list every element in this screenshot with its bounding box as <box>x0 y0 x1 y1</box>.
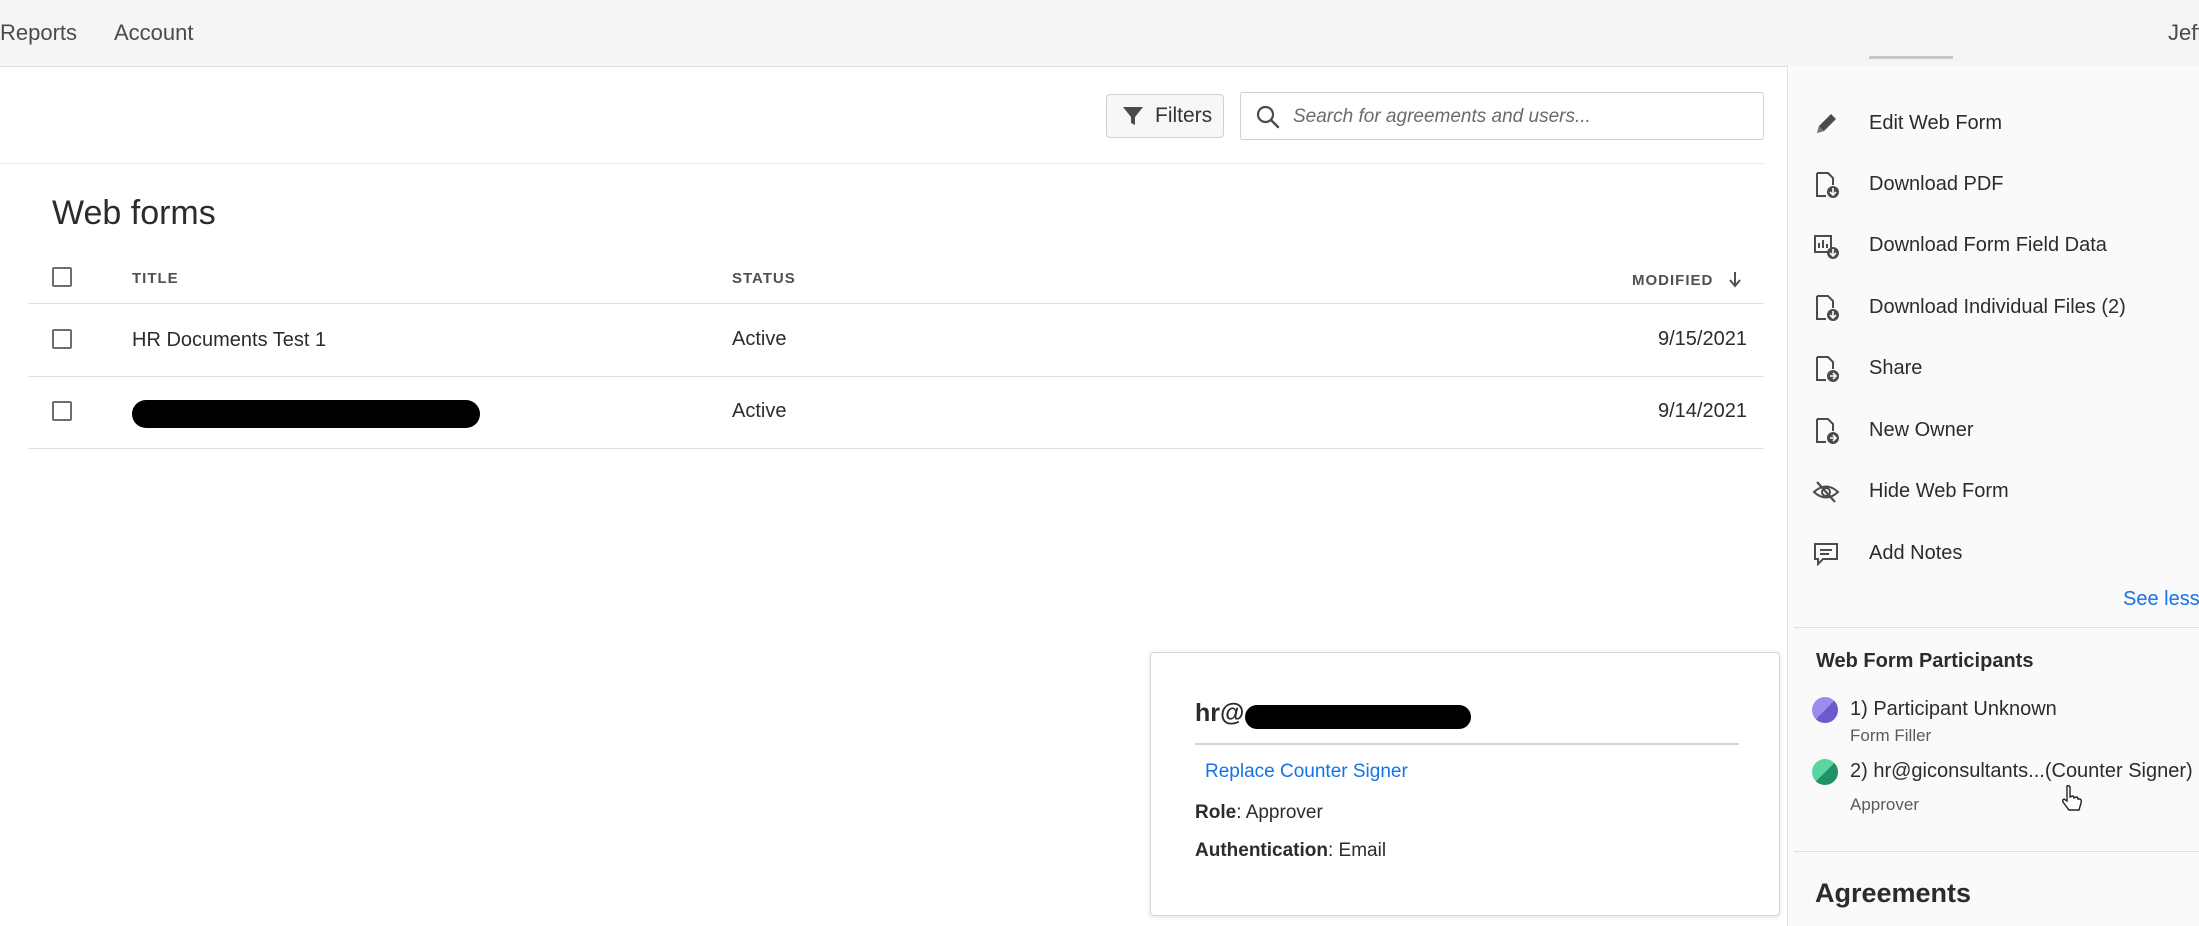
row-divider <box>28 303 1764 304</box>
column-header-status[interactable]: STATUS <box>732 270 796 287</box>
action-label: Hide Web Form <box>1869 480 2009 502</box>
participant-role: Approver <box>1850 795 1919 814</box>
action-label: Share <box>1869 357 1923 379</box>
row-checkbox[interactable] <box>52 401 72 421</box>
replace-counter-signer-link[interactable]: Replace Counter Signer <box>1205 761 1408 783</box>
redacted-title <box>132 400 480 428</box>
search-icon <box>1256 105 1280 129</box>
share-icon <box>1816 356 1839 382</box>
participant-role-row: Role: Approver <box>1195 802 1323 824</box>
action-share[interactable]: Share <box>1788 347 2199 391</box>
participant-name: 1) Participant Unknown <box>1850 698 2057 720</box>
clipped-action-item <box>1869 52 1953 66</box>
action-label: New Owner <box>1869 419 1974 441</box>
select-all-checkbox[interactable] <box>52 267 72 287</box>
row-title[interactable]: HR Documents Test 1 <box>132 329 326 352</box>
row-status: Active <box>732 400 787 422</box>
see-less-link[interactable]: See less <box>2123 588 2199 611</box>
sort-descending-icon <box>1728 272 1741 288</box>
row-divider <box>28 448 1764 449</box>
search-input[interactable] <box>1291 101 1755 133</box>
participants-heading: Web Form Participants <box>1816 650 2034 672</box>
action-add-notes[interactable]: Add Notes <box>1788 532 2199 576</box>
toolbar-divider <box>0 163 1764 164</box>
panel-divider <box>1794 627 2199 628</box>
redacted-email <box>1245 705 1471 729</box>
agreements-heading: Agreements <box>1815 878 1972 908</box>
hand-cursor-icon <box>2061 784 2083 811</box>
action-label: Edit Web Form <box>1869 112 2002 134</box>
row-modified: 9/14/2021 <box>1658 400 1747 422</box>
nav-link-reports[interactable]: Reports <box>0 20 77 46</box>
row-modified: 9/15/2021 <box>1658 328 1747 350</box>
nav-link-account[interactable]: Account <box>114 20 194 46</box>
participant-popover: hr@ Replace Counter Signer Role: Approve… <box>1150 652 1780 916</box>
pencil-icon <box>1817 114 1836 133</box>
participant-role: Form Filler <box>1850 726 1932 745</box>
auth-value: : Email <box>1328 840 1387 861</box>
filters-button[interactable]: Filters <box>1106 94 1224 138</box>
action-hide-web-form[interactable]: Hide Web Form <box>1788 470 2199 514</box>
participant-name: 2) hr@giconsultants...(Counter Signer) <box>1850 760 2193 782</box>
page-title: Web forms <box>52 194 216 232</box>
details-panel: Edit Web Form Download PDF Download Form… <box>1787 56 2199 926</box>
row-checkbox[interactable] <box>52 329 72 349</box>
download-data-icon <box>1814 235 1839 259</box>
panel-divider <box>1794 851 2199 852</box>
funnel-icon <box>1123 107 1143 125</box>
action-download-form-field-data[interactable]: Download Form Field Data <box>1788 224 2199 268</box>
action-label: Download Individual Files (2) <box>1869 296 2126 318</box>
column-header-title[interactable]: TITLE <box>132 270 179 287</box>
search-field[interactable] <box>1240 92 1764 140</box>
action-edit-web-form[interactable]: Edit Web Form <box>1788 102 2199 146</box>
user-menu[interactable]: Jeff <box>2168 20 2199 46</box>
row-divider <box>28 376 1764 377</box>
action-download-individual-files[interactable]: Download Individual Files (2) <box>1788 286 2199 330</box>
download-files-icon <box>1816 295 1839 321</box>
filters-label: Filters <box>1155 104 1213 127</box>
notes-icon <box>1814 543 1838 567</box>
action-label: Download PDF <box>1869 173 2004 195</box>
participant-email: hr@ <box>1195 699 1245 727</box>
popover-divider <box>1195 743 1739 745</box>
action-download-pdf[interactable]: Download PDF <box>1788 163 2199 207</box>
participant-avatar <box>1812 759 1838 785</box>
auth-label: Authentication <box>1195 840 1328 861</box>
action-new-owner[interactable]: New Owner <box>1788 409 2199 453</box>
role-value: : Approver <box>1236 802 1323 823</box>
action-label: Add Notes <box>1869 542 1963 564</box>
eye-hidden-icon <box>1812 481 1840 503</box>
download-pdf-icon <box>1816 172 1839 198</box>
participant-auth-row: Authentication: Email <box>1195 840 1386 862</box>
role-label: Role <box>1195 802 1237 823</box>
new-owner-icon <box>1816 418 1839 444</box>
row-status: Active <box>732 328 787 350</box>
column-header-modified[interactable]: MODIFIED <box>1632 270 1743 289</box>
action-label: Download Form Field Data <box>1869 234 2107 256</box>
participant-avatar <box>1812 697 1838 723</box>
column-header-modified-label: MODIFIED <box>1632 272 1714 289</box>
